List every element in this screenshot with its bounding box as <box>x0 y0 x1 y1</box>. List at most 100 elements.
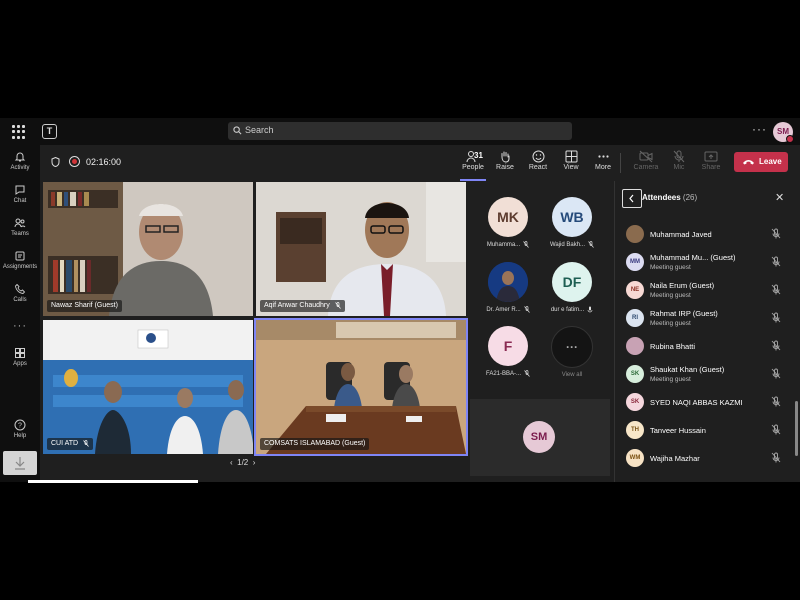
rail-item-activity[interactable]: Activity <box>0 151 40 171</box>
video-pager: ‹ 1/2 › <box>230 458 255 467</box>
video-tile[interactable]: Aqif Anwar Chaudhry <box>256 182 466 316</box>
video-feed <box>43 182 253 316</box>
people-button[interactable]: 31 People <box>457 150 489 171</box>
attendee-item[interactable]: Rubina Bhatti <box>626 333 791 359</box>
react-icon <box>532 150 544 163</box>
camera-button[interactable]: Camera <box>630 150 662 171</box>
attendee-item[interactable]: Muhammad Javed <box>626 221 791 247</box>
attendee-avatar: MM <box>626 253 644 271</box>
app-launcher-icon[interactable] <box>12 125 26 139</box>
rail-label: Calls <box>13 297 27 303</box>
video-tile-active-speaker[interactable]: COMSATS ISLAMABAD (Guest) <box>254 318 468 456</box>
taskbar-strip <box>28 480 198 483</box>
view-all-button[interactable]: ··· View all <box>537 326 607 378</box>
self-avatar: SM <box>523 421 555 453</box>
panel-title: Attendees (26) <box>642 193 697 202</box>
participant-tile[interactable]: F FA21-BBA-... <box>473 326 543 377</box>
attendee-item[interactable]: SK SYED NAQI ABBAS KAZMI <box>626 389 791 415</box>
attendee-item[interactable]: MM Muhammad Mu... (Guest) Meeting guest <box>626 249 791 275</box>
mic-off-icon <box>523 241 529 248</box>
control-label: Mic <box>673 164 685 171</box>
mic-button[interactable]: Mic <box>663 150 695 171</box>
help-icon: ? <box>14 419 26 431</box>
download-button[interactable] <box>3 451 37 475</box>
more-apps-icon[interactable]: ··· <box>0 320 40 332</box>
apps-icon <box>15 348 25 358</box>
toolbar-divider <box>620 153 621 173</box>
attendee-count: (26) <box>682 193 698 202</box>
rail-item-help[interactable]: ? Help <box>0 419 40 439</box>
raise-hand-button[interactable]: Raise <box>489 150 521 171</box>
recording-icon <box>69 156 80 167</box>
attendee-name: Muhammad Mu... (Guest) <box>650 253 736 262</box>
shield-icon[interactable] <box>51 157 60 167</box>
pager-prev-icon[interactable]: ‹ <box>230 458 233 467</box>
attendee-item[interactable]: SK Shaukat Khan (Guest) Meeting guest <box>626 361 791 387</box>
video-feed <box>256 182 466 316</box>
rail-item-apps[interactable]: Apps <box>0 347 40 367</box>
attendee-role: Meeting guest <box>650 264 691 271</box>
mic-off-icon <box>771 368 781 379</box>
control-label: Share <box>701 164 721 171</box>
video-label-text: CUI ATD <box>51 440 79 447</box>
search-placeholder: Search <box>245 125 274 135</box>
participant-tile[interactable]: WB Wajid Bakh... <box>537 197 607 248</box>
attendee-item[interactable]: TH Tanveer Hussain <box>626 417 791 443</box>
search-input[interactable]: Search <box>228 122 572 140</box>
back-button[interactable] <box>622 189 642 208</box>
attendee-avatar: RI <box>626 309 644 327</box>
mic-off-icon <box>83 439 89 447</box>
attendees-panel: Attendees (26) ✕ Muhammad Javed MM Muhamma… <box>614 181 800 482</box>
more-options-icon[interactable]: ··· <box>752 122 767 136</box>
mic-off-icon <box>523 306 530 313</box>
attendee-avatar: SK <box>626 393 644 411</box>
video-tile[interactable]: CUI ATD <box>43 320 253 454</box>
svg-text:?: ? <box>18 423 22 430</box>
participant-tile[interactable]: DF dur e fatim... <box>537 262 607 313</box>
close-icon[interactable]: ✕ <box>775 191 784 204</box>
rail-item-chat[interactable]: Chat <box>0 184 40 204</box>
rail-label: Chat <box>13 198 27 204</box>
rail-item-calls[interactable]: Calls <box>0 283 40 303</box>
video-feed <box>256 320 466 454</box>
react-button[interactable]: React <box>522 150 554 171</box>
leave-button[interactable]: Leave <box>734 152 788 172</box>
attendee-name: Shaukat Khan (Guest) <box>650 365 725 374</box>
attendee-item[interactable]: WM Wajiha Mazhar <box>626 445 791 471</box>
video-label: Aqif Anwar Chaudhry <box>260 300 345 312</box>
video-label-text: Aqif Anwar Chaudhry <box>264 302 330 309</box>
bell-icon <box>14 152 26 162</box>
control-label: More <box>595 164 611 171</box>
view-button[interactable]: View <box>555 150 587 171</box>
user-avatar[interactable]: SM <box>773 122 794 143</box>
control-label: Raise <box>496 164 514 171</box>
attendee-item[interactable]: NE Naila Erum (Guest) Meeting guest <box>626 277 791 303</box>
more-button[interactable]: More <box>587 150 619 171</box>
leave-label: Leave <box>759 157 782 166</box>
people-count: 31 <box>474 151 483 160</box>
teams-icon <box>14 218 26 228</box>
attendee-item[interactable]: RI Rahmat IRP (Guest) Meeting guest <box>626 305 791 331</box>
participant-avatar: DF <box>552 262 592 302</box>
rail-item-teams[interactable]: Teams <box>0 217 40 237</box>
camera-off-icon <box>639 150 653 163</box>
panel-scrollbar[interactable] <box>795 401 798 456</box>
control-label: Camera <box>633 164 659 171</box>
attendee-name: Rubina Bhatti <box>650 342 696 351</box>
pager-next-icon[interactable]: › <box>253 458 256 467</box>
participant-tile[interactable]: Dr. Amer R... <box>473 262 543 313</box>
participant-name: dur e fatim... <box>537 306 607 313</box>
participant-avatar: F <box>488 326 528 366</box>
video-tile[interactable]: Nawaz Sharif (Guest) <box>43 182 253 316</box>
share-button[interactable]: Share <box>695 150 727 171</box>
attendee-avatar <box>626 225 644 243</box>
participant-tile[interactable]: MK Muhamma... <box>473 197 543 248</box>
share-icon <box>704 151 718 162</box>
control-label: View <box>563 164 579 171</box>
hang-up-icon <box>743 160 754 165</box>
participant-avatar: MK <box>488 197 528 237</box>
rail-item-assignments[interactable]: Assignments <box>0 250 40 270</box>
participant-name: FA21-BBA-... <box>473 370 543 377</box>
self-view-tile[interactable]: SM <box>470 399 610 476</box>
attendee-avatar: TH <box>626 421 644 439</box>
